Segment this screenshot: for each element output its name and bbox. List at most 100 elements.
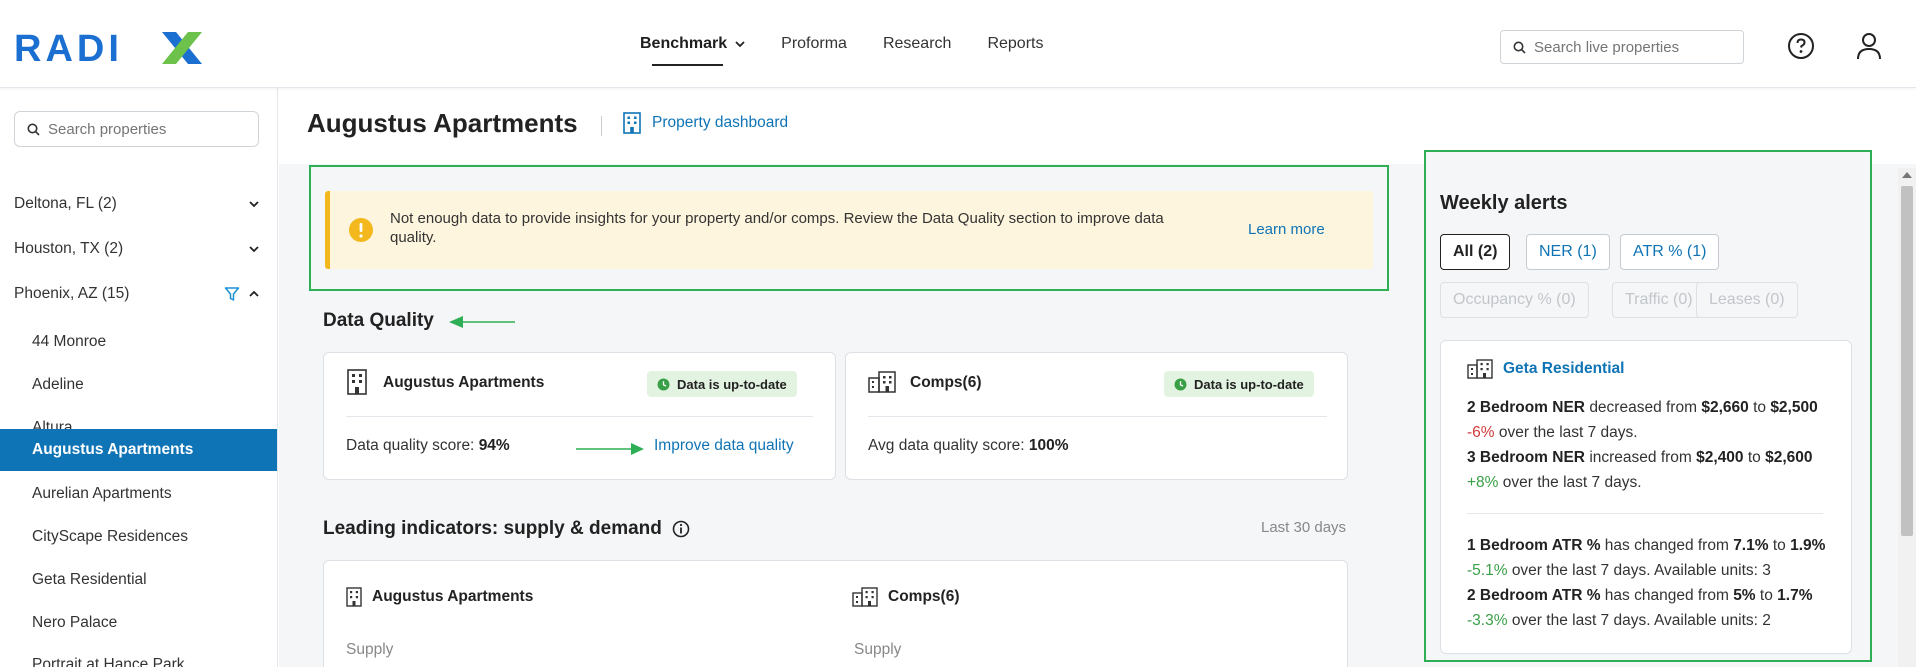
date-range-label: Last 30 days: [1261, 519, 1347, 536]
top-bar: RADI Benchmark Proforma Research Reports: [0, 0, 1916, 88]
user-icon[interactable]: [1855, 31, 1883, 61]
sidebar-item-label: Augustus Apartments: [32, 441, 194, 458]
sidebar-item-cityscape-residences[interactable]: CityScape Residences: [0, 516, 277, 558]
property-dashboard-label: Property dashboard: [652, 114, 789, 131]
help-icon[interactable]: [1787, 32, 1815, 60]
alert-from: $2,400: [1696, 449, 1744, 466]
group-label: Houston, TX (2): [14, 240, 124, 257]
clock-icon: [1174, 378, 1187, 390]
sidebar-search[interactable]: [14, 111, 259, 147]
filter-chip-all[interactable]: All (2): [1440, 234, 1511, 270]
filter-chip-traffic: Traffic (0): [1612, 282, 1706, 318]
nav-proforma[interactable]: Proforma: [781, 0, 847, 88]
alert-tail: over the last 7 days. Available units: 2: [1511, 612, 1771, 629]
property-data-quality-card: Augustus Apartments Data is up-to-date D…: [323, 352, 836, 480]
status-badge: Data is up-to-date: [1164, 371, 1314, 397]
annotation-highlight-frame: Not enough data to provide insights for …: [309, 165, 1389, 291]
radix-logo[interactable]: RADI: [14, 28, 204, 66]
status-badge-label: Data is up-to-date: [1194, 376, 1304, 392]
group-phoenix[interactable]: Phoenix, AZ (15): [0, 276, 277, 312]
filter-chip-ner[interactable]: NER (1): [1526, 234, 1610, 270]
property-sidebar: Deltona, FL (2) Houston, TX (2) Phoenix,…: [0, 88, 278, 667]
alert-verb: decreased from: [1589, 399, 1698, 416]
sidebar-item-label: Geta Residential: [32, 571, 147, 588]
improve-data-quality-link[interactable]: Improve data quality: [654, 437, 794, 455]
nav-benchmark[interactable]: Benchmark: [640, 0, 745, 88]
nav-research-label: Research: [882, 35, 952, 52]
scroll-up-arrow-icon[interactable]: [1902, 172, 1912, 178]
data-quality-heading: Data Quality: [323, 310, 434, 331]
alert-to-word: to: [1747, 449, 1761, 466]
alert-to: 1.7%: [1777, 587, 1813, 604]
sidebar-search-input[interactable]: [48, 120, 248, 138]
info-icon[interactable]: [672, 520, 690, 538]
group-houston[interactable]: Houston, TX (2): [0, 231, 277, 267]
chevron-down-icon: [249, 246, 259, 253]
ner-alerts: 2 Bedroom NER decreased from $2,660 to $…: [1467, 395, 1837, 495]
chip-label: NER (1): [1539, 243, 1597, 260]
group-deltona[interactable]: Deltona, FL (2): [0, 186, 277, 222]
search-icon: [27, 123, 40, 136]
ner-alert-item: 3 Bedroom NER increased from $2,400 to $…: [1467, 445, 1837, 495]
nav-benchmark-label: Benchmark: [640, 35, 728, 52]
alert-to-word: to: [1759, 587, 1773, 604]
live-properties-search-input[interactable]: [1534, 38, 1734, 56]
score-label: Data quality score:: [346, 437, 475, 454]
atr-alerts: 1 Bedroom ATR % has changed from 7.1% to…: [1467, 533, 1837, 633]
sidebar-item-label: Portrait at Hance Park: [32, 656, 185, 667]
alert-change: -6%: [1467, 424, 1495, 441]
filter-chip-atr[interactable]: ATR % (1): [1620, 234, 1720, 270]
weekly-alerts-title: Weekly alerts: [1440, 192, 1568, 214]
building-icon: [623, 112, 641, 134]
property-dashboard-link[interactable]: Property dashboard: [622, 112, 788, 134]
learn-more-link[interactable]: Learn more: [1248, 221, 1325, 238]
property-card-name: Augustus Apartments: [383, 374, 545, 391]
scroll-thumb[interactable]: [1901, 186, 1913, 536]
sidebar-item-label: Aurelian Apartments: [32, 485, 172, 502]
alert-metric: 1 Bedroom ATR %: [1467, 537, 1601, 554]
alert-tail: over the last 7 days.: [1498, 424, 1638, 441]
live-properties-search[interactable]: [1500, 30, 1744, 64]
card-divider: [346, 416, 813, 417]
sidebar-item-nero-palace[interactable]: Nero Palace: [0, 602, 277, 644]
leading-indicators-title: Leading indicators: supply & demand: [323, 518, 662, 539]
filter-chip-leases: Leases (0): [1696, 282, 1798, 318]
chip-label: All (2): [1453, 243, 1498, 260]
sidebar-item-augustus-apartments[interactable]: Augustus Apartments: [0, 429, 277, 471]
sidebar-item-aurelian-apartments[interactable]: Aurelian Apartments: [0, 473, 277, 515]
alert-metric: 3 Bedroom NER: [1467, 449, 1585, 466]
chip-label: Occupancy % (0): [1453, 291, 1576, 308]
sidebar-item-label: 44 Monroe: [32, 333, 107, 350]
active-tab-underline: [652, 64, 724, 66]
alert-card-header: Geta Residential: [1467, 359, 1624, 379]
alert-to: $2,500: [1770, 399, 1818, 416]
alert-from: 5%: [1733, 587, 1756, 604]
sidebar-item-portrait-at-hance-park[interactable]: Portrait at Hance Park: [0, 644, 277, 667]
nav-reports-label: Reports: [987, 35, 1044, 52]
sidebar-item-adeline[interactable]: Adeline: [0, 364, 277, 406]
li-property-supply-label: Supply: [346, 641, 394, 658]
nav-reports[interactable]: Reports: [987, 0, 1043, 88]
chevron-down-icon: [249, 201, 259, 208]
annotation-arrow-left: [449, 316, 515, 328]
nav-proforma-label: Proforma: [781, 35, 847, 52]
alert-verb: increased from: [1589, 449, 1692, 466]
comps-data-quality-card: Comps(6) Data is up-to-date Avg data qua…: [845, 352, 1348, 480]
status-badge-label: Data is up-to-date: [677, 376, 787, 392]
alert-to-word: to: [1772, 537, 1786, 554]
chip-label: ATR % (1): [1633, 243, 1707, 260]
chevron-up-icon: [249, 290, 259, 297]
sidebar-item-label: CityScape Residences: [32, 528, 188, 545]
annotation-arrow-right: [576, 443, 644, 455]
data-warning-alert: Not enough data to provide insights for …: [325, 191, 1373, 269]
sidebar-item-44-monroe[interactable]: 44 Monroe: [0, 321, 277, 363]
scrollbar[interactable]: [1898, 168, 1916, 667]
funnel-icon[interactable]: [224, 286, 240, 302]
sidebar-item-label: Adeline: [32, 376, 84, 393]
warning-icon: [349, 218, 373, 242]
sidebar-item-geta-residential[interactable]: Geta Residential: [0, 559, 277, 601]
search-icon: [1513, 41, 1526, 54]
nav-research[interactable]: Research: [883, 0, 951, 88]
alert-to-word: to: [1753, 399, 1766, 416]
alert-property-link[interactable]: Geta Residential: [1503, 360, 1624, 378]
